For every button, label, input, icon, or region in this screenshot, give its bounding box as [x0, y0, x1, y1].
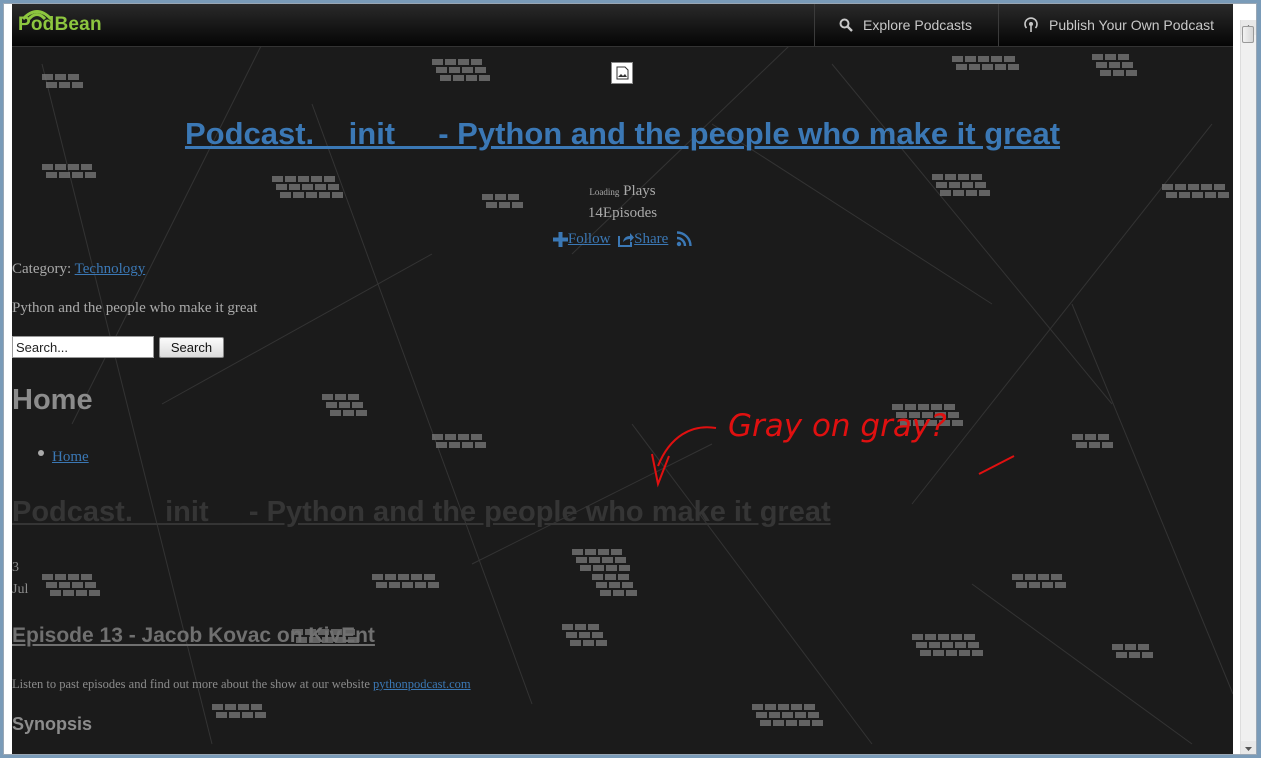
publish-podcast-link[interactable]: Publish Your Own Podcast	[998, 4, 1233, 46]
plays-label: Plays	[623, 183, 656, 199]
podcast-description: Python and the people who make it great	[12, 300, 258, 316]
broken-image-icon	[611, 62, 633, 84]
vertical-scrollbar[interactable]	[1240, 20, 1256, 754]
plays-loading-text: Loading	[589, 187, 620, 197]
website-link[interactable]: pythonpodcast.com	[373, 677, 471, 691]
episodes-count: 14Episodes	[12, 205, 1233, 222]
follow-button[interactable]: Follow	[552, 231, 611, 248]
episode-title-link[interactable]: Episode 13 - Jacob Kovac on KivEnt	[12, 624, 375, 648]
home-heading: Home	[12, 384, 93, 416]
post-date-day: 3	[12, 560, 19, 575]
top-navigation-bar: PodBean Explore Podcasts Publish Your Ow…	[12, 4, 1233, 47]
follow-link[interactable]: Follow	[568, 231, 611, 248]
browser-window: PodBean Explore Podcasts Publish Your Ow…	[3, 3, 1257, 755]
category-label: Category:	[12, 261, 72, 277]
search-input[interactable]	[12, 336, 154, 358]
podbean-logo[interactable]: PodBean	[18, 14, 102, 36]
plays-count: Loading Plays	[12, 183, 1233, 200]
rss-button[interactable]	[676, 231, 692, 247]
episode-text-body: Listen to past episodes and find out mor…	[12, 677, 370, 691]
search-icon	[839, 18, 853, 32]
search-button[interactable]: Search	[159, 337, 224, 358]
list-bullet	[38, 450, 44, 456]
share-link[interactable]: Share	[634, 231, 668, 248]
episodes-label: Episodes	[602, 205, 658, 221]
episodes-number: 14	[587, 205, 603, 221]
post-title-link[interactable]: Podcast.__init__ - Python and the people…	[12, 496, 831, 529]
plus-icon	[552, 232, 568, 247]
post-date-month: Jul	[12, 582, 29, 597]
home-breadcrumb-link[interactable]: Home	[52, 449, 89, 466]
synopsis-heading: Synopsis	[12, 714, 93, 734]
episode-text: Listen to past episodes and find out mor…	[12, 677, 471, 692]
podcast-title-link[interactable]: Podcast.__init__ - Python and the people…	[12, 116, 1233, 152]
scrollbar-thumb[interactable]	[1242, 26, 1254, 43]
page-viewport: PodBean Explore Podcasts Publish Your Ow…	[12, 4, 1233, 754]
podcast-actions: Follow Share	[12, 231, 1233, 252]
share-button[interactable]: Share	[618, 231, 668, 248]
podcast-icon	[1024, 17, 1038, 32]
scroll-down-arrow-icon[interactable]	[1241, 741, 1256, 754]
publish-podcast-label: Publish Your Own Podcast	[1049, 17, 1214, 33]
explore-podcasts-link[interactable]: Explore Podcasts	[814, 4, 999, 46]
share-icon	[618, 233, 635, 247]
category-link[interactable]: Technology	[75, 261, 146, 277]
rss-icon	[676, 231, 692, 247]
explore-podcasts-label: Explore Podcasts	[863, 17, 972, 33]
category-line: Category: Technology	[12, 261, 145, 278]
